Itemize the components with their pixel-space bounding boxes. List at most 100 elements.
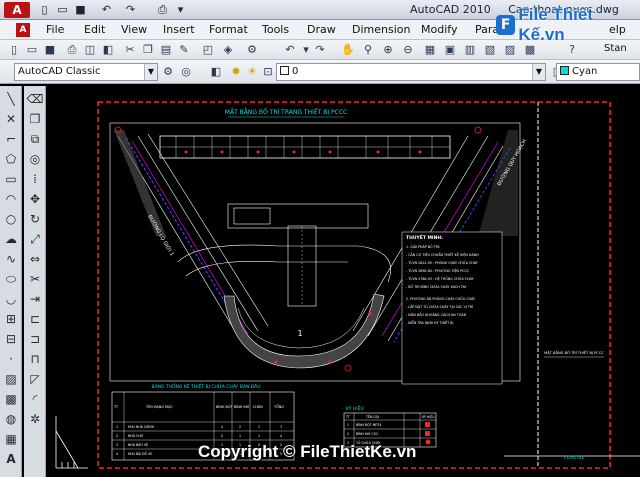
publish-icon[interactable]: ◧ xyxy=(100,42,116,58)
menu-format[interactable]: Format xyxy=(209,23,248,36)
extend-icon[interactable]: ⇥ xyxy=(26,290,44,308)
move-icon[interactable]: ✥ xyxy=(26,190,44,208)
properties-icon[interactable]: ▦ xyxy=(422,42,438,58)
scale-icon[interactable]: ⤢ xyxy=(26,230,44,248)
match-properties-icon[interactable]: ✎ xyxy=(176,42,192,58)
break-icon[interactable]: ⊐ xyxy=(26,330,44,348)
tool-palettes-icon[interactable]: ▥ xyxy=(462,42,478,58)
line-icon[interactable]: ╲ xyxy=(2,90,20,108)
pan-icon[interactable]: ✋ xyxy=(340,42,356,58)
erase-icon[interactable]: ⌫ xyxy=(26,90,44,108)
open-icon[interactable]: ▭ xyxy=(54,2,71,18)
tool-icon[interactable]: ⚙ xyxy=(244,42,260,58)
plot-icon[interactable]: ⎙ xyxy=(154,2,171,18)
sheet-number: CCHC-01 xyxy=(564,455,584,461)
hatch-icon[interactable]: ▨ xyxy=(2,370,20,388)
arc-icon[interactable]: ◠ xyxy=(2,190,20,208)
spline-icon[interactable]: ∿ xyxy=(2,250,20,268)
drawing-canvas[interactable]: MẶT BẰNG BỐ TRÍ TRANG THIẾT BỊ PCCC 1 ĐƯ… xyxy=(48,86,640,477)
markup-icon[interactable]: ▨ xyxy=(502,42,518,58)
menu-draw[interactable]: Draw xyxy=(307,23,336,36)
break-at-point-icon[interactable]: ⊏ xyxy=(26,310,44,328)
menu-edit[interactable]: Edit xyxy=(84,23,105,36)
quick-access-dropdown-icon[interactable]: ▾ xyxy=(172,2,189,18)
trim-icon[interactable]: ✂ xyxy=(26,270,44,288)
menu-insert[interactable]: Insert xyxy=(163,23,195,36)
chamfer-icon[interactable]: ◸ xyxy=(26,370,44,388)
table-icon[interactable]: ▦ xyxy=(2,430,20,448)
stretch-icon[interactable]: ⇔ xyxy=(26,250,44,268)
gradient-icon[interactable]: ▩ xyxy=(2,390,20,408)
layer-on-bulb-icon[interactable]: ✹ xyxy=(228,64,244,80)
help-icon[interactable]: ? xyxy=(564,42,580,58)
join-icon[interactable]: ⊓ xyxy=(26,350,44,368)
revision-cloud-icon[interactable]: ☁ xyxy=(2,230,20,248)
insert-block-icon[interactable]: ⊞ xyxy=(2,310,20,328)
ellipse-arc-icon[interactable]: ◡ xyxy=(2,290,20,308)
sheet-set-icon[interactable]: ▧ xyxy=(482,42,498,58)
quick-calc-icon[interactable]: ▩ xyxy=(522,42,538,58)
polygon-icon[interactable]: ⬠ xyxy=(2,150,20,168)
document-icon[interactable]: A xyxy=(16,23,30,37)
plot-preview-icon[interactable]: ◫ xyxy=(82,42,98,58)
svg-text:BÌNH BỘT: BÌNH BỘT xyxy=(216,404,233,409)
construction-line-icon[interactable]: ✕ xyxy=(2,110,20,128)
new-icon[interactable]: ▯ xyxy=(36,2,53,18)
layer-dropdown[interactable]: 0 ▼ xyxy=(276,63,546,81)
plan-title: MẶT BẰNG BỐ TRÍ TRANG THIẾT BỊ PCCC xyxy=(225,108,347,116)
menu-view[interactable]: View xyxy=(121,23,147,36)
draw-toolbar: ╲ ✕ ⌐ ⬠ ▭ ◠ ○ ☁ ∿ ⬭ ◡ ⊞ ⊟ · ▨ ▩ ◍ ▦ A xyxy=(0,86,22,477)
legend-table-text: TT TÊN GỌI KÝ HIỆU 1 BÌNH BỘT MFZ4 2 BÌNH … xyxy=(345,414,435,445)
mirror-icon[interactable]: ⧉ xyxy=(26,130,44,148)
color-dropdown[interactable]: Cyan xyxy=(556,63,640,81)
svg-text:3: 3 xyxy=(116,443,118,447)
layer-thaw-sun-icon[interactable]: ☀ xyxy=(244,64,260,80)
svg-text:4: 4 xyxy=(116,452,118,456)
redo-toolbar-icon[interactable]: ↷ xyxy=(312,42,328,58)
svg-text:NHÀ CHỜ: NHÀ CHỜ xyxy=(128,433,144,438)
autocad-logo-icon[interactable]: A xyxy=(4,2,30,18)
menu-tools[interactable]: Tools xyxy=(262,23,289,36)
workspace-settings-icon[interactable]: ⚙ xyxy=(160,64,176,80)
copy-icon[interactable]: ❐ xyxy=(140,42,156,58)
menu-dimension[interactable]: Dimension xyxy=(352,23,410,36)
rotate-icon[interactable]: ↻ xyxy=(26,210,44,228)
fillet-icon[interactable]: ◜ xyxy=(26,390,44,408)
point-icon[interactable]: · xyxy=(2,350,20,368)
qnew-icon[interactable]: ▯ xyxy=(6,42,22,58)
note-line: - TCVN 5760-93 : HỆ THỐNG CHỮA CHÁY xyxy=(406,276,475,281)
offset-icon[interactable]: ◎ xyxy=(26,150,44,168)
save-file-icon[interactable]: ■ xyxy=(42,42,58,58)
block-editor-icon[interactable]: ◰ xyxy=(200,42,216,58)
open-file-icon[interactable]: ▭ xyxy=(24,42,40,58)
zoom-previous-icon[interactable]: ⊖ xyxy=(400,42,416,58)
array-icon[interactable]: ⁞ xyxy=(26,170,44,188)
layer-lock-icon[interactable]: ⊡ xyxy=(260,64,276,80)
paste-icon[interactable]: ▤ xyxy=(158,42,174,58)
layer-icon[interactable]: ◈ xyxy=(220,42,236,58)
undo-icon[interactable]: ↶ xyxy=(98,2,115,18)
loop-road-inner xyxy=(185,260,348,277)
make-block-icon[interactable]: ⊟ xyxy=(2,330,20,348)
copy-object-icon[interactable]: ❐ xyxy=(26,110,44,128)
ellipse-icon[interactable]: ⬭ xyxy=(2,270,20,288)
explode-icon[interactable]: ✲ xyxy=(26,410,44,428)
my-workspace-icon[interactable]: ◎ xyxy=(178,64,194,80)
workspace-dropdown[interactable]: AutoCAD Classic ▼ xyxy=(14,63,158,81)
zoom-realtime-icon[interactable]: ⚲ xyxy=(360,42,376,58)
redo-icon[interactable]: ↷ xyxy=(122,2,139,18)
menu-file[interactable]: File xyxy=(46,23,64,36)
undo-toolbar-icon[interactable]: ↶ xyxy=(282,42,298,58)
print-icon[interactable]: ⎙ xyxy=(64,42,80,58)
menu-modify[interactable]: Modify xyxy=(421,23,457,36)
multiline-text-icon[interactable]: A xyxy=(2,450,20,468)
layer-properties-icon[interactable]: ◧ xyxy=(208,64,224,80)
polyline-icon[interactable]: ⌐ xyxy=(2,130,20,148)
circle-icon[interactable]: ○ xyxy=(2,210,20,228)
region-icon[interactable]: ◍ xyxy=(2,410,20,428)
zoom-window-icon[interactable]: ⊕ xyxy=(380,42,396,58)
rectangle-icon[interactable]: ▭ xyxy=(2,170,20,188)
design-center-icon[interactable]: ▣ xyxy=(442,42,458,58)
cut-icon[interactable]: ✂ xyxy=(122,42,138,58)
save-icon[interactable]: ■ xyxy=(72,2,89,18)
